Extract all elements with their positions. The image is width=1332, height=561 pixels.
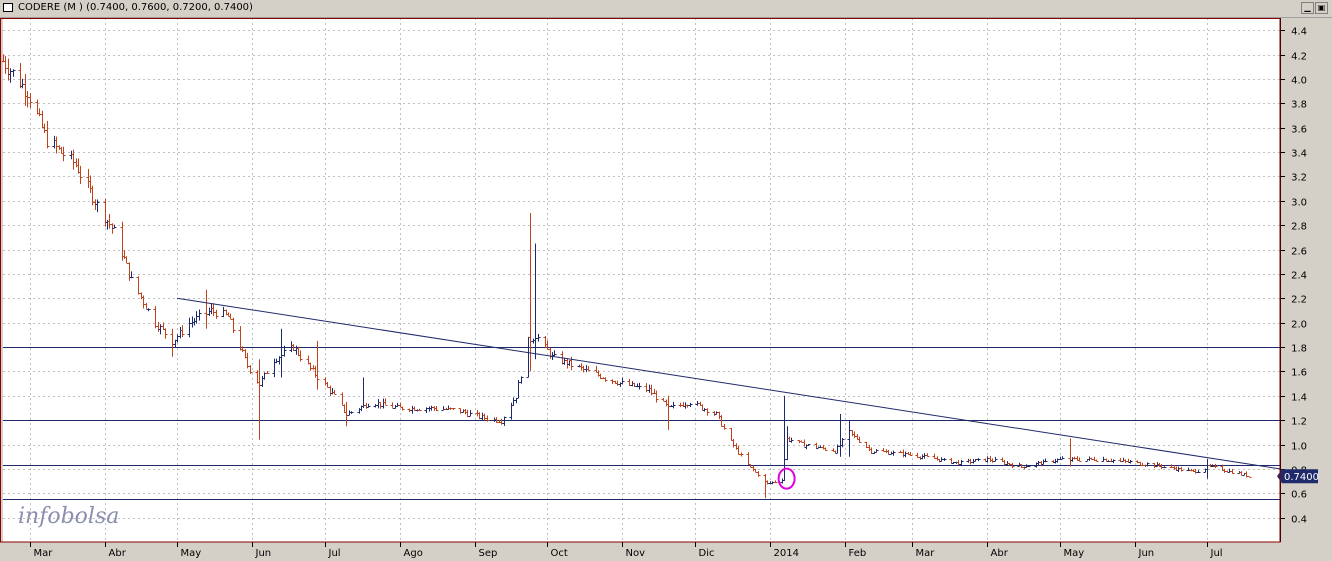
y-tick-label: 3.8 (1291, 100, 1307, 111)
chart-window-icon (3, 3, 13, 12)
y-axis: 0.40.60.81.01.21.41.61.82.02.22.42.62.83… (1280, 18, 1332, 542)
x-tick-label: Oct (551, 548, 568, 559)
y-tick-label: 3.0 (1291, 198, 1307, 209)
x-tick-label: 2014 (774, 548, 799, 559)
x-tick-label: May (181, 548, 202, 559)
last-price-badge-text: 0.7400 (1284, 472, 1319, 483)
window-title: CODERE (M ) (0.7400, 0.7600, 0.7200, 0.7… (18, 2, 253, 13)
x-tick-label: Sep (479, 548, 498, 559)
minimize-button[interactable]: ▁ (1301, 2, 1314, 14)
x-tick-label: Abr (991, 548, 1009, 559)
window-titlebar: CODERE (M ) (0.7400, 0.7600, 0.7200, 0.7… (0, 0, 1332, 18)
y-tick-label: 1.4 (1291, 393, 1307, 404)
y-tick-label: 2.8 (1291, 222, 1307, 233)
last-price-badge: 0.7400 (1277, 469, 1319, 484)
y-tick-label: 1.6 (1291, 368, 1307, 379)
y-tick-label: 2.0 (1291, 320, 1307, 331)
y-tick-label: 0.6 (1291, 490, 1307, 501)
x-tick-label: Mar (916, 548, 936, 559)
y-tick-label: 0.4 (1291, 515, 1307, 526)
infobolsa-watermark: infobolsa (18, 504, 119, 529)
y-tick-label: 1.2 (1291, 417, 1307, 428)
y-tick-label: 3.2 (1291, 173, 1307, 184)
x-tick-label: Jul (328, 548, 341, 559)
y-tick-label: 2.6 (1291, 247, 1307, 258)
x-tick-label: Feb (849, 548, 867, 559)
x-tick-label: Mar (34, 548, 54, 559)
x-tick-label: Ago (404, 548, 423, 559)
plot-area (3, 18, 1280, 542)
y-tick-label: 4.4 (1291, 27, 1307, 38)
y-tick-label: 4.2 (1291, 52, 1307, 63)
price-chart: 0.40.60.81.01.21.41.61.82.02.22.42.62.83… (0, 18, 1332, 561)
maximize-button[interactable]: ▣ (1315, 2, 1328, 14)
y-tick-label: 2.4 (1291, 271, 1307, 282)
x-tick-label: Abr (109, 548, 127, 559)
x-tick-label: Jun (255, 548, 272, 559)
x-tick-label: Jul (1210, 548, 1223, 559)
x-tick-label: Dic (699, 548, 715, 559)
y-tick-label: 3.6 (1291, 125, 1307, 136)
x-tick-label: Nov (626, 548, 646, 559)
y-tick-label: 1.0 (1291, 442, 1307, 453)
x-axis: Mar Abr May Jun Jul Ago Sep Oct Nov Dic 2014 Feb Mar… (0, 542, 1332, 561)
y-tick-label: 4.0 (1291, 76, 1307, 87)
x-tick-label: Jun (1138, 548, 1155, 559)
x-tick-label: May (1064, 548, 1085, 559)
y-tick-label: 2.2 (1291, 295, 1307, 306)
y-tick-label: 1.8 (1291, 344, 1307, 355)
y-tick-label: 3.4 (1291, 149, 1307, 160)
